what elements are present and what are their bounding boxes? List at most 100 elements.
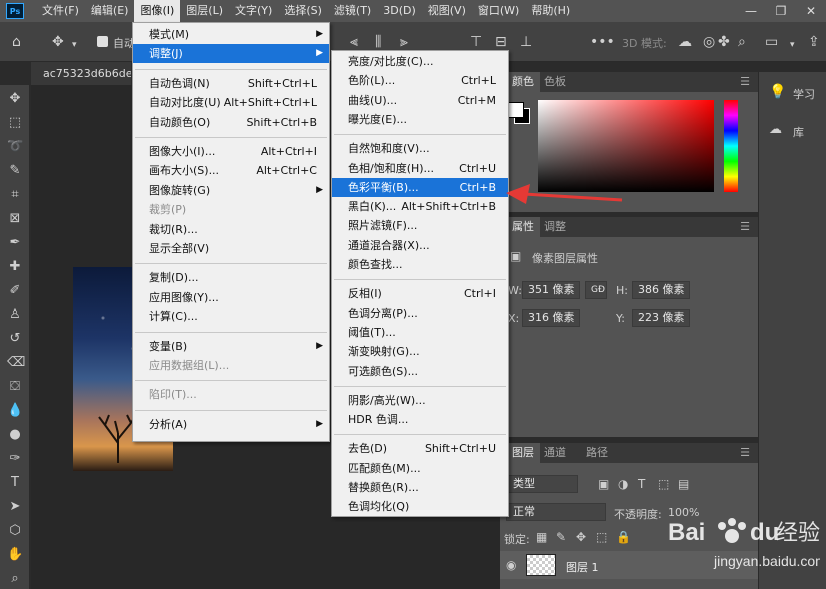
quick-select-icon[interactable]: ✎ xyxy=(7,163,23,179)
menu-item[interactable]: 黑白(K)... Alt+Shift+Ctrl+B xyxy=(332,197,508,216)
filter-smart-icon[interactable]: ▤ xyxy=(678,477,689,491)
layer-name[interactable]: 图层 1 xyxy=(566,559,599,575)
menu-item[interactable]: 图像大小(I)... Alt+Ctrl+I xyxy=(133,142,329,161)
menu-item[interactable]: 去色(D) Shift+Ctrl+U xyxy=(332,439,508,458)
workspace-icon[interactable]: ▭ xyxy=(765,34,778,50)
move-icon[interactable]: ✥ xyxy=(7,91,23,107)
blur-icon[interactable]: 💧 xyxy=(7,403,23,419)
menu-item[interactable]: 亮度/对比度(C)... xyxy=(332,52,508,71)
lock-transparent-icon[interactable]: ▦ xyxy=(536,530,547,544)
menu-item[interactable]: HDR 色调... xyxy=(332,410,508,429)
menu-item[interactable]: 阈值(T)... xyxy=(332,323,508,342)
menu-type[interactable]: 文字(Y) xyxy=(229,0,278,22)
panel-menu-icon[interactable]: ☰ xyxy=(740,446,750,459)
menu-select[interactable]: 选择(S) xyxy=(278,0,328,22)
link-dimensions-button[interactable]: GĐ xyxy=(585,281,607,299)
menu-item[interactable]: 色调均化(Q) xyxy=(332,497,508,516)
menu-item[interactable]: 照片滤镜(F)... xyxy=(332,216,508,235)
pen-icon[interactable]: ✑ xyxy=(7,451,23,467)
eraser-icon[interactable]: ⌫ xyxy=(7,355,25,371)
menu-item[interactable]: 变量(B) ▶ xyxy=(133,337,329,356)
menu-item[interactable]: 模式(M) ▶ xyxy=(133,25,329,44)
menu-item[interactable]: 反相(I) Ctrl+I xyxy=(332,284,508,303)
library-label[interactable]: 库 xyxy=(793,124,804,140)
document-tab[interactable]: ac75323d6b6de2 xyxy=(31,62,131,85)
align-center-icon[interactable]: ⫼ xyxy=(375,34,381,50)
move-tool-icon[interactable]: ✥ xyxy=(52,34,64,50)
close-button[interactable]: ✕ xyxy=(796,0,826,22)
hand-icon[interactable]: ✋ xyxy=(7,547,23,563)
dodge-icon[interactable]: ● xyxy=(7,427,23,443)
crop-icon[interactable]: ⌗ xyxy=(7,187,23,203)
menu-item[interactable]: 通道混合器(X)... xyxy=(332,236,508,255)
menu-item[interactable]: 自动色调(N) Shift+Ctrl+L xyxy=(133,74,329,93)
type-icon[interactable]: T xyxy=(7,475,23,491)
lasso-icon[interactable]: ➰ xyxy=(7,139,23,155)
menu-item[interactable]: 自然饱和度(V)... xyxy=(332,139,508,158)
menu-filter[interactable]: 滤镜(T) xyxy=(328,0,377,22)
menu-item[interactable]: 图像旋转(G) ▶ xyxy=(133,181,329,200)
menu-item[interactable]: 调整(J) ▶ xyxy=(133,44,329,64)
align-middle-icon[interactable]: ⊟ xyxy=(495,34,507,50)
lock-position-icon[interactable]: ✥ xyxy=(576,530,586,544)
menu-item[interactable]: 匹配颜色(M)... xyxy=(332,459,508,478)
menu-item[interactable]: 裁切(R)... xyxy=(133,220,329,239)
filter-pixel-icon[interactable]: ▣ xyxy=(598,477,609,491)
auto-select-checkbox[interactable] xyxy=(97,36,108,47)
menu-item[interactable]: 颜色查找... xyxy=(332,255,508,274)
menu-3d[interactable]: 3D(D) xyxy=(377,0,422,22)
hue-slider[interactable] xyxy=(724,100,738,192)
menu-item[interactable]: 曲线(U)... Ctrl+M xyxy=(332,91,508,110)
menu-item[interactable]: 色相/饱和度(H)... Ctrl+U xyxy=(332,159,508,178)
menu-item[interactable]: 渐变映射(G)... xyxy=(332,342,508,361)
align-top-icon[interactable]: ⊤ xyxy=(470,34,482,50)
color-picker-field[interactable] xyxy=(538,100,714,192)
menu-image[interactable]: 图像(I) xyxy=(134,0,181,22)
menu-window[interactable]: 窗口(W) xyxy=(472,0,525,22)
height-field[interactable]: 386 像素 xyxy=(632,281,690,299)
chevron-down-icon[interactable]: ▾ xyxy=(72,37,77,53)
foreground-color-swatch[interactable] xyxy=(508,102,524,118)
tab-properties[interactable]: 属性 xyxy=(506,217,540,237)
menu-view[interactable]: 视图(V) xyxy=(422,0,472,22)
menu-edit[interactable]: 编辑(E) xyxy=(85,0,135,22)
stamp-icon[interactable]: ♙ xyxy=(7,307,23,323)
workspace-chevron-icon[interactable]: ▾ xyxy=(790,37,795,53)
lock-all-icon[interactable]: 🔒 xyxy=(616,530,631,544)
menu-item[interactable]: 显示全部(V) xyxy=(133,239,329,258)
3d-roll-icon[interactable]: ◎ xyxy=(703,34,715,50)
healing-icon[interactable]: ✚ xyxy=(7,259,23,275)
layer-filter-kind[interactable]: 类型 xyxy=(506,475,578,493)
filter-adjustment-icon[interactable]: ◑ xyxy=(618,477,628,491)
menu-item[interactable]: 色彩平衡(B)... Ctrl+B xyxy=(332,177,508,197)
cloud-library-icon[interactable]: ☁ xyxy=(769,122,782,137)
menu-item[interactable]: 自动颜色(O) Shift+Ctrl+B xyxy=(133,113,329,132)
align-left-icon[interactable]: ⫷ xyxy=(350,34,358,50)
3d-orbit-icon[interactable]: ☁ xyxy=(678,34,692,50)
menu-item[interactable]: 色阶(L)... Ctrl+L xyxy=(332,71,508,90)
menu-file[interactable]: 文件(F) xyxy=(36,0,85,22)
visibility-eye-icon[interactable]: ◉ xyxy=(506,558,516,572)
tab-paths[interactable]: 路径 xyxy=(586,443,608,463)
x-field[interactable]: 316 像素 xyxy=(522,309,580,327)
search-icon[interactable]: ⌕ xyxy=(738,34,746,50)
paint-bucket-icon[interactable]: ⛋ xyxy=(7,379,23,395)
share-icon[interactable]: ⇪ xyxy=(808,34,820,50)
tab-layers[interactable]: 图层 xyxy=(506,443,540,463)
3d-pan-icon[interactable]: ✤ xyxy=(718,34,730,50)
y-field[interactable]: 223 像素 xyxy=(632,309,690,327)
align-right-icon[interactable]: ⫸ xyxy=(400,34,408,50)
history-brush-icon[interactable]: ↺ xyxy=(7,331,23,347)
menu-item[interactable]: 自动对比度(U) Alt+Shift+Ctrl+L xyxy=(133,93,329,112)
align-bottom-icon[interactable]: ⊥ xyxy=(520,34,532,50)
tab-adjustments[interactable]: 调整 xyxy=(544,217,566,237)
menu-item[interactable]: 画布大小(S)... Alt+Ctrl+C xyxy=(133,161,329,180)
shape-icon[interactable]: ⬡ xyxy=(7,523,23,539)
width-field[interactable]: 351 像素 xyxy=(522,281,580,299)
restore-button[interactable]: ❐ xyxy=(766,0,796,22)
filter-type-icon[interactable]: T xyxy=(638,477,645,491)
menu-item[interactable]: 曝光度(E)... xyxy=(332,110,508,129)
panel-menu-icon[interactable]: ☰ xyxy=(740,75,750,88)
filter-shape-icon[interactable]: ⬚ xyxy=(658,477,669,491)
menu-item[interactable]: 替换颜色(R)... xyxy=(332,478,508,497)
